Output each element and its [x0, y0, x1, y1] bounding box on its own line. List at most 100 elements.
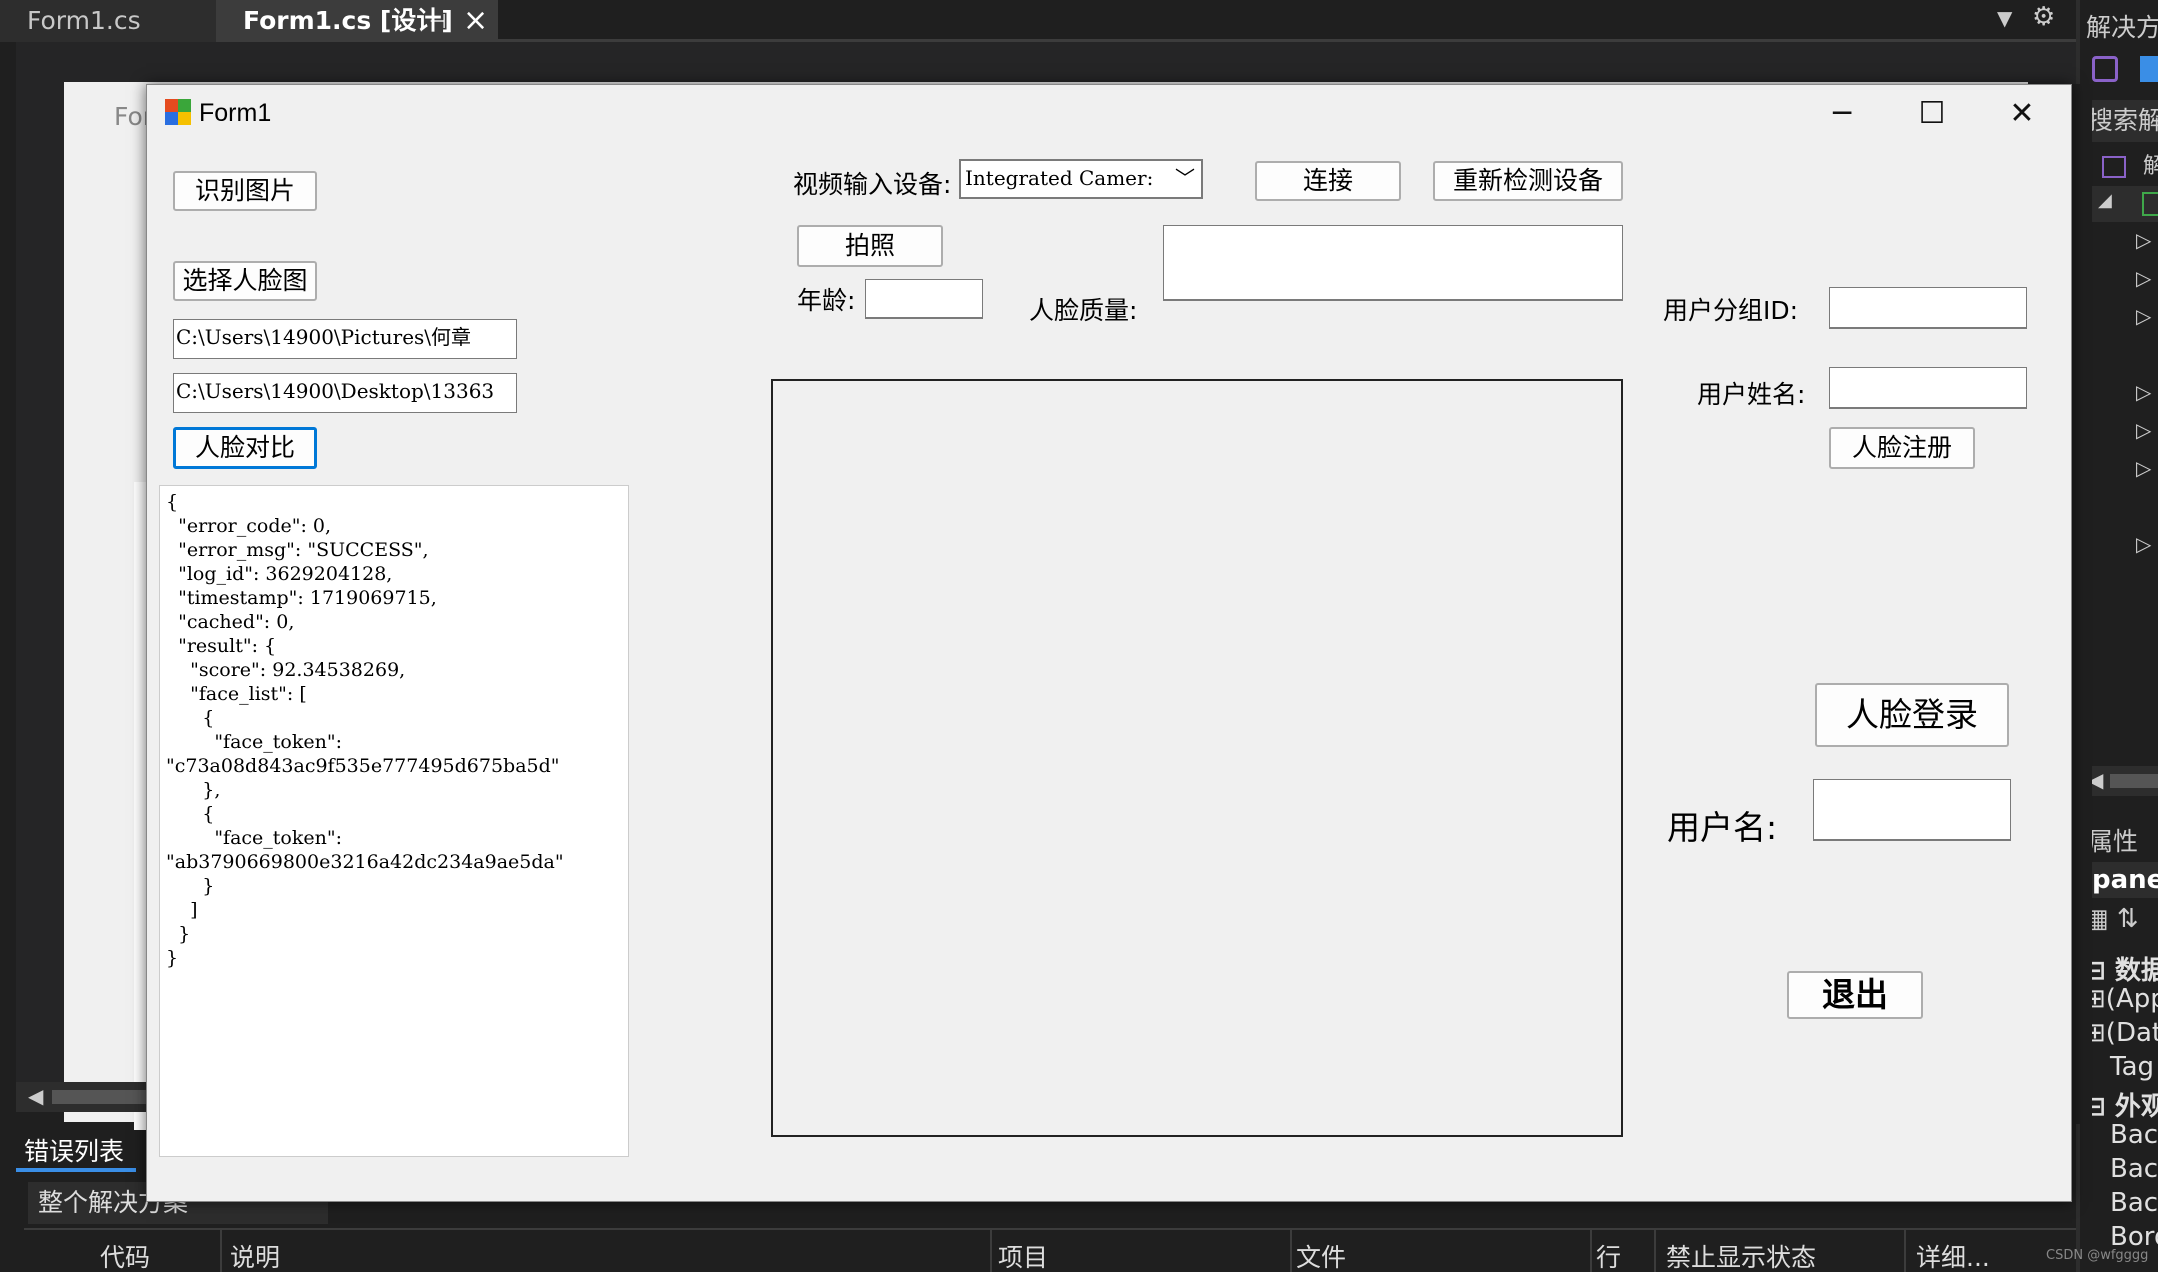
error-list-header: 代码 说明 项目 文件 行 禁止显示状态 详细...: [24, 1228, 2076, 1272]
select-face-button[interactable]: 选择人脸图: [173, 261, 317, 301]
group-id-field[interactable]: [1829, 287, 2027, 329]
close-icon[interactable]: ×: [463, 0, 488, 42]
image-path-2-field[interactable]: C:\Users\14900\Desktop\13363: [173, 373, 517, 413]
gear-icon[interactable]: ⚙: [2032, 2, 2055, 32]
user-name-field[interactable]: [1829, 367, 2027, 409]
face-quality-field[interactable]: [1163, 225, 1623, 301]
property-label: Tag: [2110, 1052, 2155, 1082]
form1-titlebar[interactable]: Form1 ─ ☐ ✕: [147, 85, 2071, 145]
image-path-1-field[interactable]: C:\Users\14900\Pictures\何章: [173, 319, 517, 359]
minimize-icon[interactable]: ─: [1797, 89, 1887, 139]
property-label: 外观: [2114, 1092, 2158, 1122]
pin-icon[interactable]: ⊣: [429, 0, 446, 42]
recognize-image-button[interactable]: 识别图片: [173, 171, 317, 211]
username-label: 用户名:: [1667, 808, 1778, 847]
column-header-project[interactable]: 项目: [998, 1238, 1048, 1272]
tab-label: Form1.cs [设计]: [243, 6, 453, 35]
csharp-file-icon: [2142, 192, 2158, 216]
property-label: (Dat: [2105, 1018, 2158, 1048]
face-compare-button[interactable]: 人脸对比: [173, 427, 317, 469]
properties-object-selector[interactable]: panel: [2086, 862, 2158, 898]
column-header-line[interactable]: 行: [1596, 1238, 1621, 1272]
property-category-data[interactable]: ⊟ 数据: [2084, 950, 2158, 987]
username-field[interactable]: [1813, 779, 2011, 841]
scroll-thumb[interactable]: [52, 1090, 150, 1104]
form1-window: Form1 ─ ☐ ✕ 识别图片 选择人脸图 C:\Users\14900\Pi…: [146, 84, 2072, 1202]
camera-select[interactable]: Integrated Camer: ﹀: [959, 159, 1203, 199]
face-quality-label: 人脸质量:: [1029, 296, 1138, 325]
column-header-suppression[interactable]: 禁止显示状态: [1666, 1238, 1816, 1272]
column-divider[interactable]: [220, 1230, 222, 1272]
scroll-left-icon[interactable]: ◀: [28, 1084, 43, 1108]
face-register-button[interactable]: 人脸注册: [1829, 427, 1975, 469]
property-row[interactable]: Back: [2110, 1120, 2158, 1150]
column-header-description[interactable]: 说明: [230, 1238, 280, 1272]
column-divider[interactable]: [1290, 1230, 1292, 1272]
designer-hscrollbar[interactable]: ◀: [16, 1082, 150, 1112]
exit-button[interactable]: 退出: [1787, 971, 1923, 1019]
collapse-arrow-icon[interactable]: ◢: [2098, 190, 2112, 211]
watermark: CSDN @wfgggg: [2046, 1248, 2149, 1263]
solution-item-label: 解: [2143, 154, 2158, 179]
property-label: (App: [2105, 984, 2158, 1014]
expand-arrow-icon[interactable]: ▷: [2136, 532, 2151, 556]
property-category-appearance[interactable]: ⊟ 外观: [2084, 1086, 2158, 1123]
property-row[interactable]: ⊞(Dat: [2084, 1018, 2158, 1048]
camera-preview-picturebox: [771, 379, 1623, 1137]
chevron-down-icon[interactable]: ﹀: [1175, 161, 1195, 195]
group-id-label: 用户分组ID:: [1663, 296, 1799, 325]
property-label: Back: [2110, 1120, 2158, 1150]
take-photo-button[interactable]: 拍照: [797, 225, 943, 267]
expand-arrow-icon[interactable]: ▷: [2136, 228, 2151, 252]
alphabetical-icon[interactable]: ⇅: [2117, 904, 2139, 934]
app-icon: [165, 99, 191, 125]
tab-overflow-chevron-icon[interactable]: ▼: [1997, 6, 2012, 30]
video-device-label: 视频输入设备:: [793, 170, 952, 199]
column-divider[interactable]: [1590, 1230, 1592, 1272]
column-divider[interactable]: [1904, 1230, 1906, 1272]
active-tab-indicator: [16, 1168, 136, 1172]
property-label: Back: [2110, 1188, 2158, 1218]
tab-form1-code[interactable]: Form1.cs: [0, 0, 216, 42]
expand-arrow-icon[interactable]: ▷: [2136, 266, 2151, 290]
property-row[interactable]: Back: [2110, 1154, 2158, 1184]
column-header-details[interactable]: 详细...: [1916, 1238, 1990, 1272]
expand-arrow-icon[interactable]: ▷: [2136, 418, 2151, 442]
project-icon: [2102, 156, 2126, 178]
properties-toolbar: ▦ ⇅: [2084, 904, 2139, 934]
property-row[interactable]: ⊞(App: [2084, 984, 2158, 1014]
document-tab-bar: Form1.cs Form1.cs [设计] ⊣ × ▼ ⚙: [0, 0, 2076, 42]
column-header-file[interactable]: 文件: [1296, 1238, 1346, 1272]
user-name-label: 用户姓名:: [1697, 380, 1806, 409]
scroll-thumb[interactable]: [2110, 774, 2158, 788]
camera-select-value: Integrated Camer:: [965, 166, 1154, 190]
age-label: 年龄:: [797, 286, 856, 315]
age-field[interactable]: [865, 279, 983, 319]
property-row[interactable]: Back: [2110, 1188, 2158, 1218]
expand-arrow-icon[interactable]: ▷: [2136, 380, 2151, 404]
expand-arrow-icon[interactable]: ▷: [2136, 456, 2151, 480]
connect-button[interactable]: 连接: [1255, 161, 1401, 201]
solution-item[interactable]: 解: [2086, 148, 2158, 180]
properties-title: 属性: [2088, 827, 2139, 856]
property-label: Back: [2110, 1154, 2158, 1184]
column-divider[interactable]: [990, 1230, 992, 1272]
error-list-title[interactable]: 错误列表: [24, 1132, 124, 1168]
solution-search-input[interactable]: 搜索解: [2082, 100, 2158, 142]
redetect-devices-button[interactable]: 重新检测设备: [1433, 161, 1623, 201]
form1-title: Form1: [199, 99, 272, 127]
maximize-icon[interactable]: ☐: [1887, 89, 1977, 139]
column-divider[interactable]: [1654, 1230, 1656, 1272]
close-icon[interactable]: ✕: [1977, 89, 2067, 139]
expand-arrow-icon[interactable]: ▷: [2136, 304, 2151, 328]
solution-explorer-title: 解决方: [2086, 13, 2158, 42]
face-login-button[interactable]: 人脸登录: [1815, 683, 2009, 747]
vs-solution-icon[interactable]: [2092, 56, 2118, 82]
filter-icon[interactable]: [2140, 56, 2158, 82]
property-label: 数据: [2114, 956, 2158, 986]
json-result-textbox[interactable]: { "error_code": 0, "error_msg": "SUCCESS…: [159, 485, 629, 1157]
tab-form1-designer[interactable]: Form1.cs [设计] ⊣ ×: [216, 0, 498, 42]
tab-label: Form1.cs: [27, 6, 141, 35]
column-header-code[interactable]: 代码: [100, 1238, 150, 1272]
property-row[interactable]: Tag: [2110, 1052, 2154, 1082]
